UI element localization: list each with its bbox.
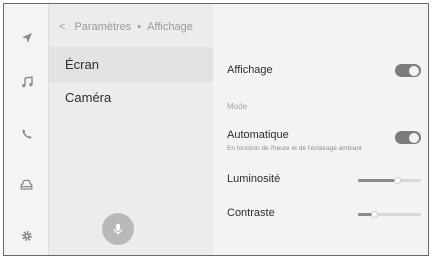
automatic-label: Automatique bbox=[227, 129, 289, 141]
slider-fill bbox=[358, 179, 398, 182]
breadcrumb-parent[interactable]: Paramètres bbox=[74, 21, 131, 33]
nav-rail bbox=[4, 4, 49, 255]
breadcrumb-separator: • bbox=[137, 21, 142, 33]
display-label: Affichage bbox=[227, 64, 273, 76]
breadcrumb-current: Affichage bbox=[147, 21, 193, 33]
brightness-label: Luminosité bbox=[227, 173, 281, 185]
menu-item-camera[interactable]: Caméra bbox=[49, 80, 213, 115]
voice-button[interactable] bbox=[102, 213, 134, 245]
music-note-icon[interactable] bbox=[4, 68, 49, 96]
contrast-label: Contraste bbox=[227, 207, 275, 219]
settings-menu: < Paramètres • Affichage Écran Caméra bbox=[49, 4, 213, 255]
navigation-arrow-icon[interactable] bbox=[4, 24, 49, 52]
toggle-knob bbox=[409, 65, 419, 76]
car-icon[interactable] bbox=[4, 171, 49, 199]
menu-item-label: Écran bbox=[65, 57, 99, 72]
settings-gear-icon[interactable] bbox=[4, 222, 49, 250]
microphone-icon bbox=[113, 223, 123, 235]
menu-item-label: Caméra bbox=[65, 90, 112, 105]
brightness-slider[interactable] bbox=[358, 177, 421, 184]
menu-item-ecran[interactable]: Écran bbox=[49, 47, 213, 82]
breadcrumb: < Paramètres • Affichage bbox=[59, 21, 193, 33]
automatic-toggle[interactable] bbox=[395, 131, 421, 144]
settings-panel: Affichage Mode Automatique En fonction d… bbox=[213, 4, 428, 255]
section-title-mode: Mode bbox=[227, 102, 248, 111]
back-button[interactable]: < bbox=[59, 21, 65, 33]
contrast-slider[interactable] bbox=[358, 211, 421, 218]
automatic-description: En fonction de l'heure et de l'éclairage… bbox=[227, 145, 362, 152]
slider-thumb[interactable] bbox=[394, 177, 402, 184]
toggle-knob bbox=[409, 132, 419, 143]
display-toggle[interactable] bbox=[395, 64, 421, 77]
screen-frame: < Paramètres • Affichage Écran Caméra Af… bbox=[3, 3, 429, 256]
slider-thumb[interactable] bbox=[370, 211, 378, 218]
phone-icon[interactable] bbox=[4, 120, 49, 148]
